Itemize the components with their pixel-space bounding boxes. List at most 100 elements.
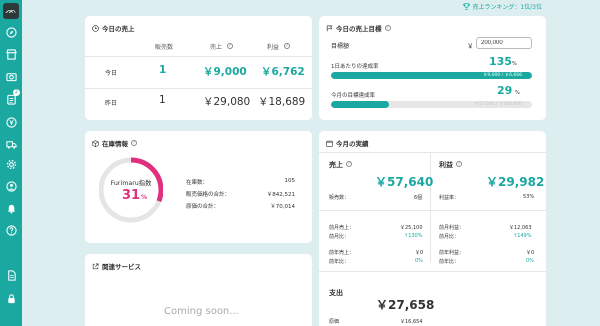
row-today-profit: ￥6,762 xyxy=(261,66,305,78)
expense-cost-value: ￥16,654 xyxy=(400,319,423,325)
sidebar-item-documents[interactable] xyxy=(3,267,19,283)
row-yesterday-label: 昨日 xyxy=(105,100,118,107)
prev-year-sales-value: ￥0 xyxy=(415,250,424,256)
profit-rate-value: 53% xyxy=(523,194,535,200)
monthly-sales-help-icon[interactable]: ? xyxy=(346,161,352,167)
monthly-sales-label: 売上 xyxy=(329,161,343,169)
lock-icon xyxy=(7,293,15,303)
divider xyxy=(85,88,312,89)
month-rate-unit: % xyxy=(515,90,520,96)
prev-month-profit-label: 前月利益： xyxy=(439,225,465,231)
sidebar-item-camera[interactable] xyxy=(3,68,19,84)
daily-rate-percent: 135 xyxy=(489,55,512,68)
sales-target-title: 今日の売上目標 ? xyxy=(326,23,391,33)
row-yesterday-profit: ￥18,689 xyxy=(258,96,306,108)
row-today-count: 1 xyxy=(159,64,167,76)
monthly-results-title: 今月の実績 xyxy=(326,138,369,148)
today-sales-title: 今日の売上 xyxy=(92,23,135,33)
document-icon xyxy=(7,269,16,281)
prev-year-sales-ratio-label: 前年比： xyxy=(329,259,350,265)
monthly-profit-help-icon[interactable]: ? xyxy=(456,161,462,167)
currency-symbol: ￥ xyxy=(467,42,474,50)
gauge-value: 31 xyxy=(122,188,141,203)
inventory-card: 在庫情報 ? Furimaru指数 31 % 在庫数： 105 販売価格の合計：… xyxy=(85,131,312,243)
row-today-label: 今日 xyxy=(105,70,118,77)
target-amount-input[interactable] xyxy=(476,37,532,49)
calendar-clock-icon xyxy=(92,24,99,32)
monthly-results-card: 今月の実績 売上 ? ￥57,640 販売数： 6個 前月売上： ￥25,100… xyxy=(319,131,546,326)
prev-month-sales-value: ￥25,100 xyxy=(400,225,423,231)
user-icon xyxy=(5,180,17,192)
header-profit: 利益 xyxy=(267,44,280,51)
compass-icon xyxy=(5,26,17,38)
month-rate-bar: ￥57,640 / ￥200,000 xyxy=(331,101,532,108)
column-divider xyxy=(430,152,431,263)
sales-help-icon[interactable]: ? xyxy=(227,42,233,49)
monthly-profit-value: ￥29,982 xyxy=(486,175,545,189)
yen-coin-icon xyxy=(5,116,17,128)
row-yesterday-count: 1 xyxy=(159,94,166,106)
help-icon xyxy=(5,224,17,236)
sidebar: ᨏ 2 xyxy=(0,0,22,326)
trophy-icon xyxy=(462,3,470,10)
sidebar-item-notifications[interactable] xyxy=(3,200,19,216)
row-yesterday-sales: ￥29,080 xyxy=(203,96,251,108)
gear-icon xyxy=(6,159,16,169)
prev-month-profit-ratio-value: ↑149% xyxy=(513,233,532,239)
bell-icon xyxy=(7,204,15,214)
divider xyxy=(319,152,546,153)
prev-month-sales-ratio-label: 前月比： xyxy=(329,234,350,240)
sidebar-item-settings[interactable] xyxy=(3,156,19,172)
related-services-card: 関連サービス Coming soon... xyxy=(85,254,312,326)
cost-total-value: ￥70,014 xyxy=(270,204,295,210)
truck-icon xyxy=(5,140,17,149)
expense-label: 支出 xyxy=(329,289,343,297)
sidebar-item-security[interactable] xyxy=(3,290,19,306)
divider xyxy=(319,210,430,211)
camera-icon xyxy=(5,72,17,81)
sidebar-item-sales[interactable] xyxy=(3,114,19,130)
prev-month-profit-ratio-label: 前月比： xyxy=(439,234,460,240)
month-rate-bar-fill xyxy=(331,101,390,108)
sidebar-item-dashboard[interactable] xyxy=(3,24,19,40)
sidebar-item-help[interactable] xyxy=(3,222,19,238)
related-services-title: 関連サービス xyxy=(92,261,141,271)
inventory-count-value: 105 xyxy=(284,178,296,184)
prev-year-sales-ratio-value: 0% xyxy=(415,258,423,264)
sale-price-total-label: 販売価格の合計： xyxy=(186,192,231,198)
daily-rate-bar: ￥9,000 / ￥6,666 xyxy=(331,72,532,79)
sidebar-item-shipping[interactable] xyxy=(3,136,19,152)
divider xyxy=(85,56,312,57)
box-icon xyxy=(92,139,99,147)
flag-icon xyxy=(326,25,333,31)
expense-value: ￥27,658 xyxy=(376,298,435,312)
calendar-icon xyxy=(326,140,333,147)
sidebar-item-store[interactable] xyxy=(3,46,19,62)
prev-year-profit-ratio-value: 0% xyxy=(526,258,534,264)
app-logo[interactable]: ᨏ xyxy=(3,3,19,19)
daily-rate-bar-text: ￥9,000 / ￥6,666 xyxy=(482,73,522,78)
profit-rate-label: 利益率： xyxy=(439,195,460,201)
header-count: 販売数 xyxy=(155,44,174,51)
sidebar-item-orders[interactable]: 2 xyxy=(3,89,20,107)
prev-year-profit-ratio-label: 前年比： xyxy=(439,259,460,265)
sales-ranking[interactable]: 売上ランキング：1位/3位 xyxy=(462,2,542,11)
month-rate-bar-text: ￥57,640 / ￥200,000 xyxy=(474,102,522,107)
sales-target-card: 今日の売上目標 ? 目標額 ￥ 1日あたりの達成率 135 % ￥9,000 /… xyxy=(319,16,546,120)
prev-month-sales-ratio-value: ↑130% xyxy=(404,233,423,239)
sales-ranking-text: 売上ランキング：1位/3位 xyxy=(472,4,542,11)
target-amount-label: 目標額 xyxy=(331,43,350,50)
inventory-help-icon[interactable]: ? xyxy=(131,140,137,146)
daily-rate-label: 1日あたりの達成率 xyxy=(331,64,379,70)
inventory-count-label: 在庫数： xyxy=(186,180,209,186)
daily-rate-unit: % xyxy=(512,61,517,67)
monthly-count-value: 6個 xyxy=(414,195,423,201)
profit-help-icon[interactable]: ? xyxy=(284,42,290,49)
target-help-icon[interactable]: ? xyxy=(384,25,391,31)
sidebar-item-account[interactable] xyxy=(3,178,19,194)
row-today-sales: ￥9,000 xyxy=(203,66,247,78)
monthly-count-label: 販売数： xyxy=(329,195,350,201)
gauge-label: Furimaru指数 xyxy=(110,180,152,187)
divider xyxy=(431,210,546,211)
month-rate-label: 今月の目標達成率 xyxy=(331,93,376,99)
